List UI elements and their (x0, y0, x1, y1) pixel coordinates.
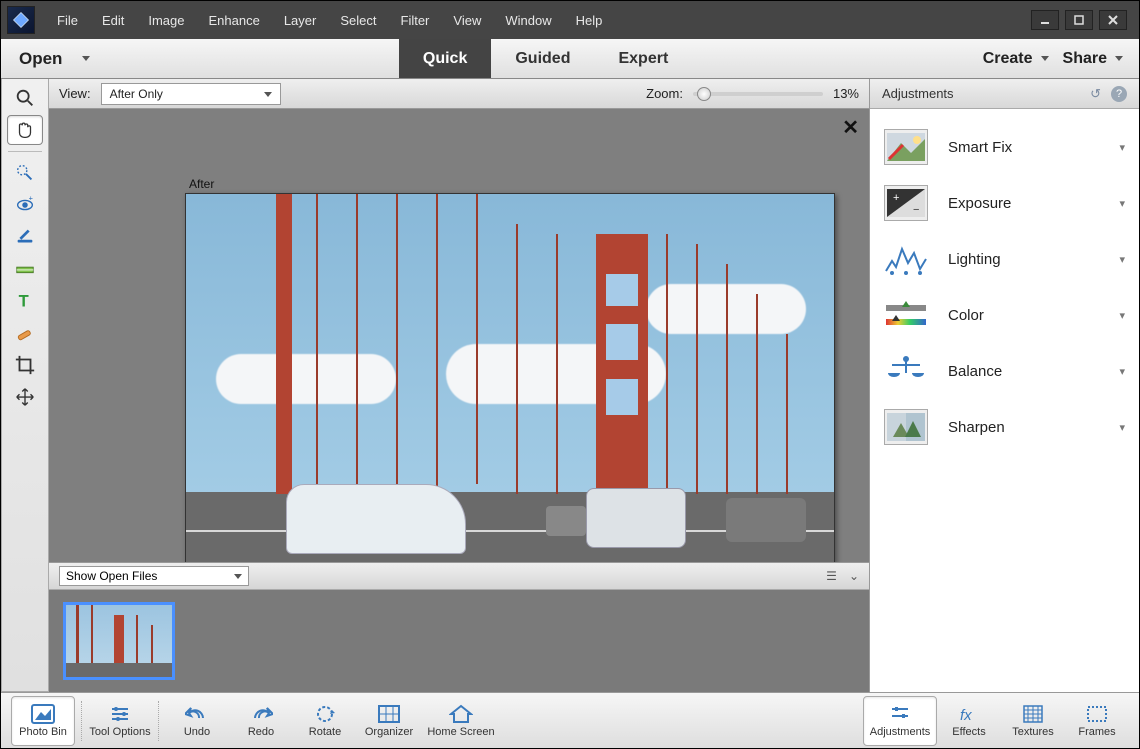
chevron-down-icon (264, 92, 272, 97)
bottom-organizer[interactable]: Organizer (357, 696, 421, 746)
tool-spot-heal[interactable] (7, 318, 43, 348)
menu-help[interactable]: Help (564, 7, 615, 34)
adjustment-smartfix[interactable]: Smart Fix▾ (870, 119, 1139, 175)
adjustment-balance[interactable]: Balance▾ (870, 343, 1139, 399)
menu-file[interactable]: File (45, 7, 90, 34)
bottom-adjustments[interactable]: Adjustments (863, 696, 937, 746)
svg-text:+: + (29, 194, 33, 202)
tool-crop[interactable] (7, 350, 43, 380)
share-button[interactable]: Share (1063, 50, 1123, 68)
menu-edit[interactable]: Edit (90, 7, 136, 34)
svg-text:fx: fx (960, 707, 972, 724)
bottom-bar: Photo Bin Tool Options Undo Redo Rotate … (1, 692, 1139, 748)
adjustment-color[interactable]: Color▾ (870, 287, 1139, 343)
document-image[interactable] (185, 193, 835, 562)
chevron-down-icon (234, 574, 242, 579)
bottom-frames[interactable]: Frames (1065, 696, 1129, 746)
tool-hand[interactable] (7, 115, 43, 145)
bottom-home-screen[interactable]: Home Screen (421, 696, 501, 746)
tool-strip: + T (1, 79, 49, 692)
tab-quick[interactable]: Quick (399, 39, 491, 78)
canvas-area: ✕ After (49, 109, 869, 562)
svg-text:+: + (893, 192, 899, 204)
tool-redeye[interactable]: + (7, 190, 43, 220)
color-icon (884, 297, 928, 333)
chevron-down-icon (1041, 56, 1049, 61)
smartfix-icon (884, 129, 928, 165)
reset-icon[interactable]: ↺ (1090, 86, 1101, 102)
bottom-tool-options[interactable]: Tool Options (88, 696, 152, 746)
tool-whiten-teeth[interactable] (7, 222, 43, 252)
chevron-down-icon (1115, 56, 1123, 61)
svg-text:T: T (19, 293, 29, 311)
tool-move[interactable] (7, 382, 43, 412)
tab-guided[interactable]: Guided (491, 39, 594, 78)
open-button[interactable]: Open (1, 39, 108, 78)
tool-zoom[interactable] (7, 83, 43, 113)
zoom-label: Zoom: (646, 86, 683, 101)
bottom-redo[interactable]: Redo (229, 696, 293, 746)
photo-bin-bar: Show Open Files ☰ ⌄ (49, 562, 869, 590)
adjustment-exposure[interactable]: +− Exposure▾ (870, 175, 1139, 231)
menu-view[interactable]: View (441, 7, 493, 34)
menu-filter[interactable]: Filter (389, 7, 442, 34)
tool-straighten[interactable] (7, 254, 43, 284)
bottom-effects[interactable]: fx Effects (937, 696, 1001, 746)
exposure-icon: +− (884, 185, 928, 221)
balance-icon (884, 353, 928, 389)
close-button[interactable] (1099, 10, 1127, 30)
adjustment-sharpen[interactable]: Sharpen▾ (870, 399, 1139, 455)
svg-text:−: − (913, 204, 919, 216)
mode-bar: Open Quick Guided Expert Create Share (1, 39, 1139, 79)
view-bar: View: After Only Zoom: 13% (49, 79, 869, 109)
menu-layer[interactable]: Layer (272, 7, 329, 34)
lighting-icon (884, 241, 928, 277)
bottom-photo-bin[interactable]: Photo Bin (11, 696, 75, 746)
menu-image[interactable]: Image (136, 7, 196, 34)
menu-window[interactable]: Window (493, 7, 563, 34)
zoom-slider[interactable] (693, 92, 823, 96)
adjustment-lighting[interactable]: Lighting▾ (870, 231, 1139, 287)
after-label: After (189, 177, 214, 191)
help-icon[interactable]: ? (1111, 86, 1127, 102)
minimize-button[interactable] (1031, 10, 1059, 30)
photo-bin-dropdown[interactable]: Show Open Files (59, 566, 249, 586)
sharpen-icon (884, 409, 928, 445)
zoom-value: 13% (833, 86, 859, 101)
photo-thumbnail[interactable] (63, 602, 175, 680)
menu-enhance[interactable]: Enhance (197, 7, 272, 34)
bin-collapse-icon[interactable]: ⌄ (849, 569, 859, 583)
create-button[interactable]: Create (983, 50, 1049, 68)
bottom-textures[interactable]: Textures (1001, 696, 1065, 746)
adjustments-panel: Adjustments ↺ ? Smart Fix▾ +− Exposure▾ … (869, 79, 1139, 692)
bottom-undo[interactable]: Undo (165, 696, 229, 746)
open-label: Open (19, 49, 62, 69)
app-icon (7, 6, 35, 34)
tool-quick-select[interactable] (7, 158, 43, 188)
view-label: View: (59, 86, 91, 101)
bottom-rotate[interactable]: Rotate (293, 696, 357, 746)
photo-bin (49, 590, 869, 692)
tab-expert[interactable]: Expert (594, 39, 692, 78)
chevron-down-icon (82, 56, 90, 61)
menu-bar: File Edit Image Enhance Layer Select Fil… (1, 1, 1139, 39)
maximize-button[interactable] (1065, 10, 1093, 30)
view-dropdown[interactable]: After Only (101, 83, 281, 105)
tool-text[interactable]: T (7, 286, 43, 316)
close-document-button[interactable]: ✕ (842, 115, 859, 140)
bin-options-icon[interactable]: ☰ (826, 569, 837, 583)
panel-title: Adjustments (882, 86, 954, 101)
menu-select[interactable]: Select (328, 7, 388, 34)
